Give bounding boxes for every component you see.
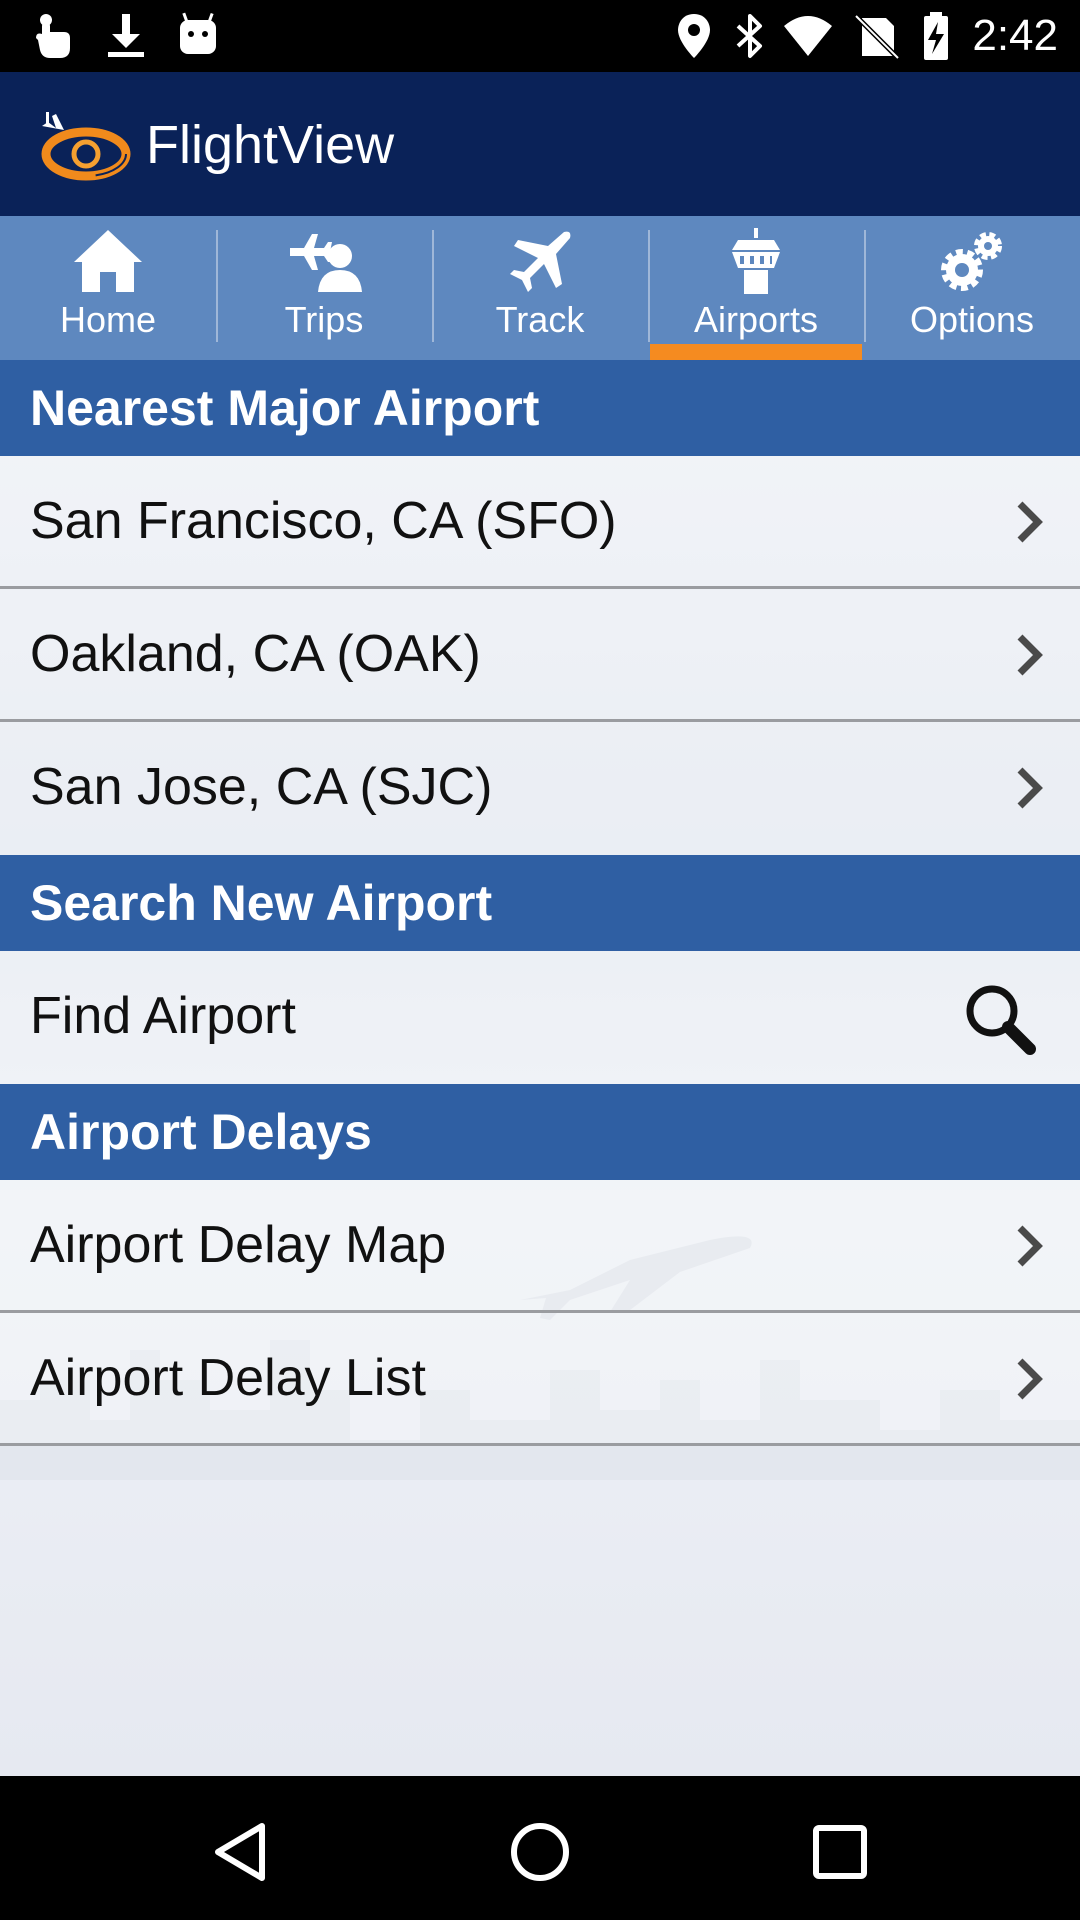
recents-icon[interactable] [808, 1820, 872, 1884]
system-nav-bar [0, 1776, 1080, 1920]
touch-icon [36, 14, 70, 58]
tab-options-label: Options [909, 299, 1035, 340]
location-icon [678, 14, 710, 58]
tab-trips[interactable]: Trips [216, 216, 432, 360]
airport-row-oak[interactable]: Oakland, CA (OAK) [0, 589, 1080, 722]
find-airport-row[interactable]: Find Airport [0, 951, 1080, 1084]
delay-list-row[interactable]: Airport Delay List [0, 1313, 1080, 1446]
tab-home-label: Home [59, 299, 157, 340]
chevron-right-icon [1017, 1225, 1043, 1267]
trips-icon [290, 234, 362, 292]
section-header-delays: Airport Delays [0, 1084, 1080, 1180]
control-tower-icon [732, 228, 780, 294]
tab-home[interactable]: Home [0, 216, 216, 360]
battery-charging-icon [924, 12, 948, 60]
airports-content[interactable]: Nearest Major Airport San Francisco, CA … [0, 360, 1080, 1776]
no-sim-icon [854, 14, 900, 60]
plane-icon [510, 231, 571, 292]
gears-icon [941, 232, 1002, 291]
tab-airports[interactable]: Airports [648, 216, 864, 360]
tab-track-label: Track [495, 299, 585, 340]
airport-row-label: Oakland, CA (OAK) [30, 625, 481, 683]
chevron-right-icon [1017, 1358, 1043, 1400]
find-airport-label: Find Airport [30, 987, 296, 1045]
status-time: 2:42 [972, 11, 1058, 60]
app-bar: FlightView [0, 72, 1080, 216]
tab-airports-label: Airports [693, 299, 819, 340]
bluetooth-icon [736, 14, 762, 58]
delay-list-label: Airport Delay List [30, 1349, 426, 1407]
delay-map-row[interactable]: Airport Delay Map [0, 1180, 1080, 1313]
chevron-right-icon [1017, 501, 1043, 543]
airport-row-sjc[interactable]: San Jose, CA (SJC) [0, 722, 1080, 855]
tab-trips-label: Trips [284, 299, 364, 340]
home-icon [74, 230, 142, 292]
download-icon [108, 14, 144, 57]
app-title: FlightView [146, 115, 395, 175]
airport-row-label: San Jose, CA (SJC) [30, 758, 493, 816]
tab-track[interactable]: Track [432, 216, 648, 360]
section-header-search: Search New Airport [0, 855, 1080, 951]
tab-options[interactable]: Options [864, 216, 1080, 360]
wifi-icon [784, 16, 832, 56]
android-icon [180, 12, 216, 54]
delay-map-label: Airport Delay Map [30, 1216, 447, 1274]
chevron-right-icon [1017, 634, 1043, 676]
back-icon[interactable] [210, 1820, 274, 1884]
tab-bar: Home Trips Track Airports Options [0, 216, 1080, 360]
status-bar: 2:42 [0, 0, 1080, 72]
flightview-logo-icon [41, 112, 131, 181]
airport-row-label: San Francisco, CA (SFO) [30, 492, 617, 550]
airport-row-sfo[interactable]: San Francisco, CA (SFO) [0, 456, 1080, 589]
search-icon [966, 985, 1036, 1055]
chevron-right-icon [1017, 767, 1043, 809]
section-header-nearest: Nearest Major Airport [0, 360, 1080, 456]
home-nav-icon[interactable] [508, 1820, 572, 1884]
